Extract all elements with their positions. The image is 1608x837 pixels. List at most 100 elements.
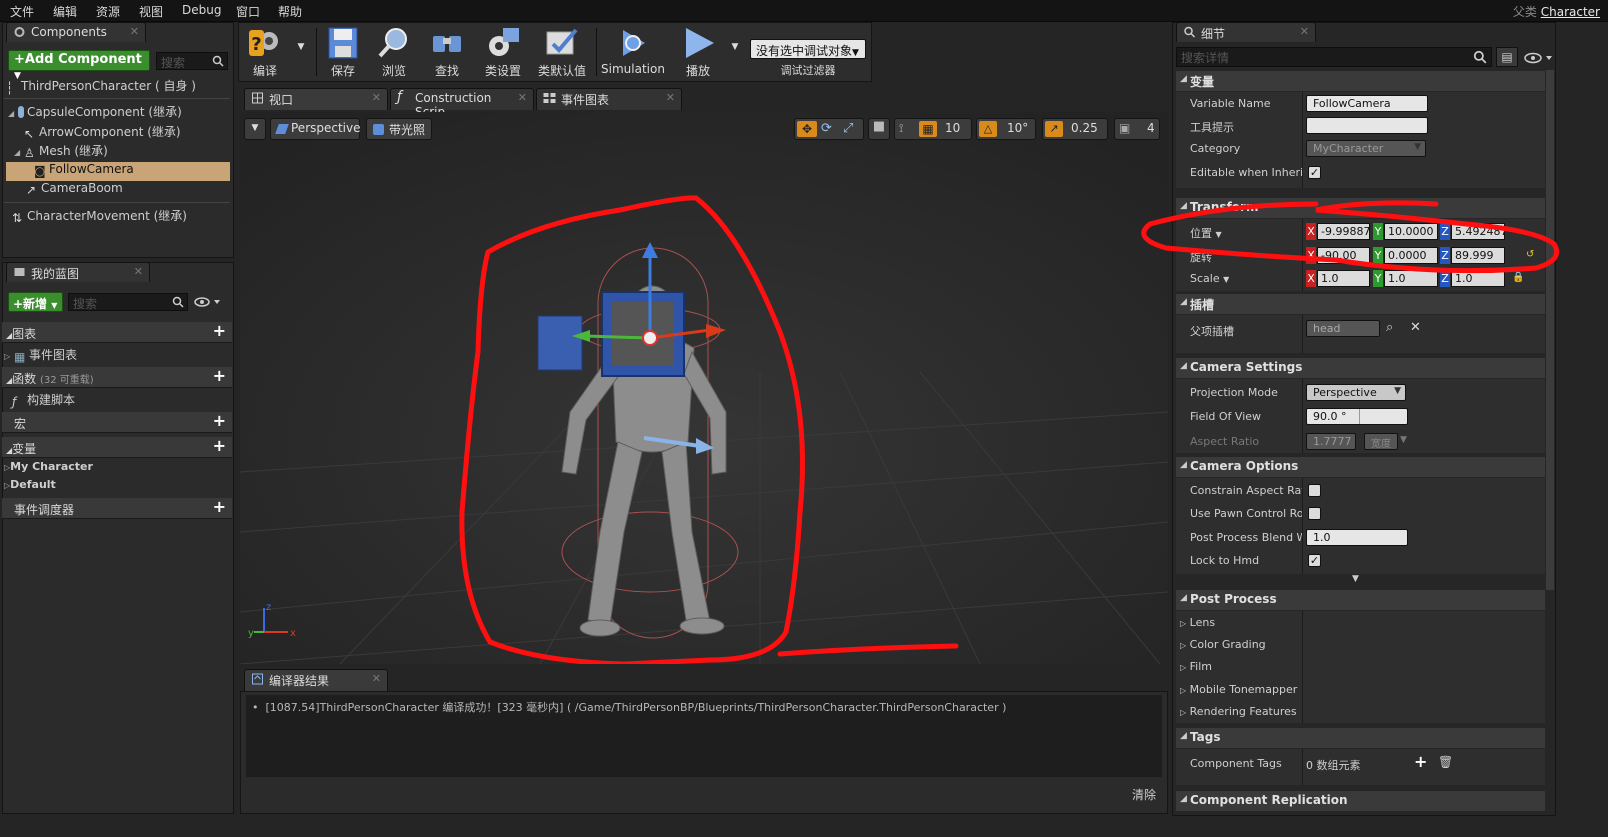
section-variable-header[interactable]: ◢ 变量 — [1176, 71, 1545, 91]
close-icon[interactable]: ✕ — [518, 91, 527, 104]
eye-icon[interactable] — [1524, 52, 1554, 64]
tree-root-self[interactable]: ┆ ThirdPersonCharacter ( 自身 ) — [6, 77, 196, 96]
class-settings-button[interactable]: 类设置 — [480, 24, 526, 80]
move-icon[interactable]: ✥ — [797, 121, 817, 137]
grid-snap-value[interactable]: 10 — [945, 121, 960, 135]
add-graph-button[interactable]: + — [213, 323, 226, 339]
menu-file[interactable]: 文件 — [10, 3, 34, 20]
section-variables[interactable]: ◢变量 + — [2, 437, 232, 458]
close-icon[interactable]: ✕ — [372, 91, 381, 104]
aspect-ratio-preset[interactable]: 宽度 — [1364, 433, 1398, 450]
browse-button[interactable]: 浏览 — [372, 24, 416, 80]
trash-icon[interactable]: 🗑 — [1438, 755, 1453, 769]
add-macro-button[interactable]: + — [213, 413, 226, 429]
close-icon[interactable]: ✕ — [372, 672, 381, 685]
scale-snap-value[interactable]: 0.25 — [1071, 121, 1098, 135]
tooltip-field[interactable] — [1306, 117, 1428, 134]
clear-icon[interactable]: ✕ — [1410, 320, 1421, 335]
rotation-snap-value[interactable]: 10° — [1007, 121, 1028, 135]
compiler-message-row[interactable]: • [1087.54]ThirdPersonCharacter 编译成功！[32… — [252, 699, 1006, 715]
tab-my-blueprint[interactable]: 我的蓝图 ✕ — [6, 262, 150, 282]
use-pawn-control-checkbox[interactable] — [1308, 507, 1321, 520]
editable-when-inherited-checkbox[interactable]: ✓ — [1308, 166, 1321, 179]
close-icon[interactable]: ✕ — [134, 265, 143, 278]
event-graph-item[interactable]: ▷ ▦ 事件图表 — [4, 346, 77, 365]
variable-category-my-character[interactable]: ▷My Character — [4, 460, 93, 479]
field-of-view-slider[interactable]: 90.0 ° — [1306, 408, 1408, 425]
section-macros[interactable]: 宏 + — [2, 412, 232, 433]
tree-item-follow-camera[interactable]: ◙ FollowCamera — [6, 162, 230, 181]
debug-object-select[interactable]: 没有选中调试对象▼ — [750, 39, 866, 59]
tree-item-mesh[interactable]: ◢ ♙ Mesh (继承) — [14, 142, 108, 161]
property-matrix-button[interactable]: ▤ — [1496, 47, 1518, 67]
post-process-item-lens[interactable]: ▷ Lens — [1180, 616, 1215, 629]
parent-class-link[interactable]: Character — [1541, 5, 1600, 19]
grid-icon[interactable]: ▦ — [919, 121, 937, 137]
menu-asset[interactable]: 资源 — [96, 3, 120, 20]
search-icon[interactable]: ⌕ — [1386, 320, 1393, 335]
perspective-button[interactable]: Perspective — [270, 118, 361, 140]
camera-speed-group[interactable]: ▣ 4 — [1114, 118, 1160, 140]
menu-edit[interactable]: 编辑 — [53, 3, 77, 20]
advanced-expand-icon[interactable]: ▼ — [1352, 574, 1359, 584]
category-combo[interactable]: MyCharacter — [1306, 140, 1426, 157]
tab-compiler-results[interactable]: 编译器结果 ✕ — [244, 669, 388, 691]
section-camera-settings-header[interactable]: ◢ Camera Settings — [1176, 358, 1545, 378]
add-function-button[interactable]: + — [213, 368, 226, 384]
section-graphs[interactable]: ◢图表 + — [2, 322, 232, 343]
parent-socket-field[interactable]: head — [1306, 320, 1380, 337]
eye-icon[interactable] — [194, 296, 222, 308]
tab-details[interactable]: 细节 ✕ — [1176, 22, 1316, 42]
play-options-dropdown[interactable]: ▼ — [726, 42, 744, 98]
tree-item-character-movement[interactable]: ⇅ CharacterMovement (继承) — [12, 207, 187, 226]
variable-name-field[interactable]: FollowCamera — [1306, 95, 1428, 112]
constrain-aspect-checkbox[interactable] — [1308, 484, 1321, 497]
find-button[interactable]: 查找 — [424, 24, 470, 80]
variable-category-default[interactable]: ▷Default — [4, 478, 56, 497]
lit-mode-button[interactable]: 带光照 — [366, 118, 432, 140]
tree-item-arrow[interactable]: ↖ ArrowComponent (继承) — [24, 123, 181, 142]
coordinate-space-button[interactable]: ■ — [868, 118, 890, 140]
angle-icon[interactable]: △ — [979, 121, 997, 137]
clear-button[interactable]: 清除 — [1132, 786, 1156, 803]
menu-view[interactable]: 视图 — [139, 3, 163, 20]
menu-help[interactable]: 帮助 — [278, 3, 302, 20]
post-process-item-mobile-tonemapper[interactable]: ▷ Mobile Tonemapper — [1180, 683, 1297, 696]
menu-window[interactable]: 窗口 — [236, 3, 260, 20]
compile-button[interactable]: ? 编译 — [244, 24, 286, 80]
save-button[interactable]: 保存 — [322, 24, 364, 80]
viewport[interactable]: x y z ▼ Perspective 带光照 ✥ ⟳ ⤢ ■ ⟟ ▦ 10 △… — [240, 112, 1168, 664]
details-search-input[interactable]: 搜索详情 — [1176, 47, 1492, 67]
post-process-item-rendering-features[interactable]: ▷ Rendering Features — [1180, 705, 1297, 718]
details-scrollbar[interactable] — [1546, 70, 1554, 590]
section-functions[interactable]: ◢函数 (32 可重载) + — [2, 367, 232, 388]
construction-script-item[interactable]: ƒ 构建脚本 — [12, 391, 75, 410]
close-icon[interactable]: ✕ — [1300, 25, 1309, 38]
add-element-icon[interactable]: + — [1414, 752, 1427, 771]
aspect-ratio-field[interactable]: 1.7777 — [1306, 433, 1356, 450]
new-button[interactable]: +新增 ▼ — [8, 292, 63, 312]
section-socket-header[interactable]: ◢ 插槽 — [1176, 294, 1545, 314]
section-tags-header[interactable]: ◢ Tags — [1176, 728, 1545, 748]
surface-snap-icon[interactable]: ⟟ — [899, 121, 903, 136]
tab-event-graph[interactable]: 事件图表 ✕ — [536, 88, 682, 110]
tab-construction-script[interactable]: ƒ Construction Scrip ✕ — [390, 88, 534, 119]
components-search-input[interactable]: 搜索 — [156, 52, 228, 70]
close-icon[interactable]: ✕ — [666, 91, 675, 104]
lock-to-hmd-checkbox[interactable]: ✓ — [1308, 554, 1321, 567]
post-process-item-color-grading[interactable]: ▷ Color Grading — [1180, 638, 1266, 651]
projection-mode-combo[interactable]: Perspective — [1306, 384, 1406, 401]
simulation-button[interactable]: Simulation — [600, 24, 666, 80]
viewport-options-dropdown[interactable]: ▼ — [244, 118, 266, 140]
scale-icon[interactable]: ⤢ — [843, 121, 853, 136]
tree-item-camera-boom[interactable]: ↗ CameraBoom — [26, 181, 123, 200]
scale-snap-icon[interactable]: ↗ — [1045, 121, 1063, 137]
post-process-item-film[interactable]: ▷ Film — [1180, 660, 1212, 673]
blueprint-search-input[interactable]: 搜索 — [68, 293, 188, 311]
chevron-down-icon[interactable]: ▼ — [1400, 435, 1407, 445]
close-icon[interactable]: ✕ — [130, 25, 139, 38]
section-post-process-header[interactable]: ◢ Post Process — [1176, 590, 1545, 610]
add-component-button[interactable]: +Add Component ▼ — [8, 50, 150, 81]
rotate-icon[interactable]: ⟳ — [821, 121, 832, 136]
class-defaults-button[interactable]: 类默认值 — [534, 24, 590, 80]
